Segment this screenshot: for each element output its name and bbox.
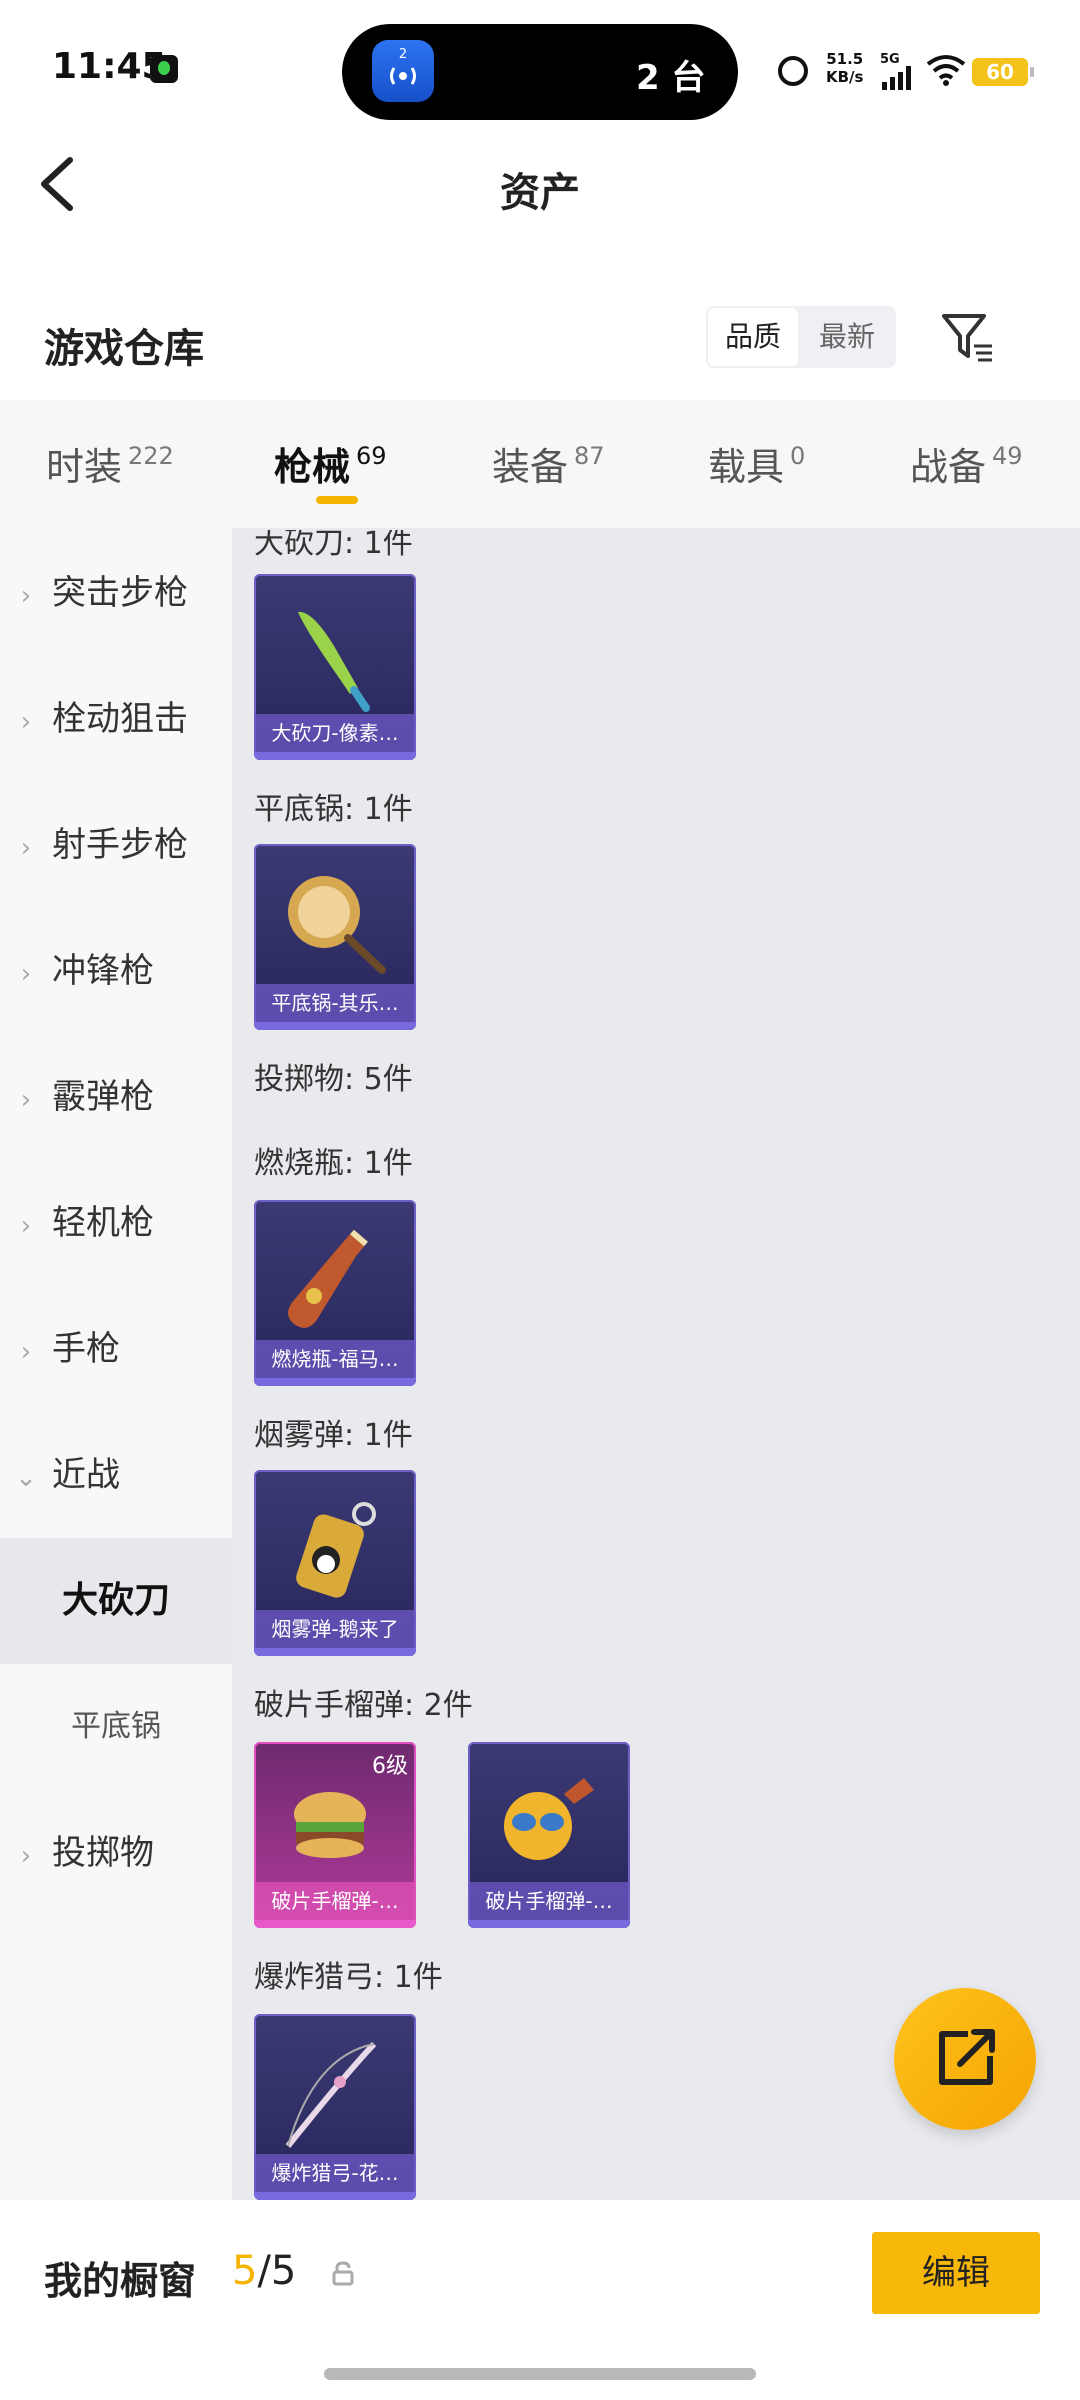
chevron-right-icon: › [20,581,32,611]
molotov-icon [288,1229,368,1328]
group-header-molotov: 燃烧瓶: 1件 [254,1146,413,1181]
chevron-right-icon: › [20,1085,32,1115]
chevron-right-icon: › [20,1337,32,1367]
sidebar-item-throwables[interactable]: › 投掷物 [0,1790,232,1916]
chevron-right-icon: › [20,707,32,737]
alarm-icon [778,56,808,86]
item-card[interactable]: 平底锅-其乐… [254,844,416,1030]
tab-equipment[interactable]: 装备 87 [492,436,605,491]
sidebar-subitem-pan[interactable]: 平底锅 [0,1664,232,1790]
tab-firearms[interactable]: 枪械 69 [274,436,387,491]
chevron-right-icon: › [20,959,32,989]
sort-latest-button[interactable]: 最新 [800,306,894,368]
sidebar-item-shotgun[interactable]: › 霰弹枪 [0,1034,232,1160]
sidebar-item-bolt-sniper[interactable]: › 栓动狙击 [0,656,232,782]
smoke-grenade-icon [296,1502,376,1598]
pan-icon [288,876,386,974]
network-type: 5G [880,52,900,67]
item-card[interactable]: 爆炸猎弓-花… [254,2014,416,2200]
sidebar-item-assault-rifle[interactable]: › 突击步枪 [0,530,232,656]
island-device-count: 2 台 [636,58,706,98]
chevron-down-icon: ⌄ [15,1463,37,1493]
share-icon [939,2029,995,2085]
wifi-icon [926,54,966,86]
burger-grenade-icon [294,1792,366,1858]
showcase-count: 5/5 [232,2248,297,2294]
sidebar-subitem-machete[interactable]: 大砍刀 [0,1538,232,1664]
group-header-throwables: 投掷物: 5件 [254,1062,413,1097]
filter-icon[interactable] [940,310,996,366]
sidebar-item-smg[interactable]: › 冲锋枪 [0,908,232,1034]
tab-fashion[interactable]: 时装 222 [46,436,174,491]
machete-icon [298,611,370,712]
page-title: 资产 [500,170,580,216]
active-tab-indicator [316,496,358,504]
bow-icon [285,2041,377,2148]
chevron-right-icon: › [20,1211,32,1241]
share-button[interactable] [894,1988,1036,2130]
chevron-right-icon: › [20,833,32,863]
sidebar-item-pistol[interactable]: › 手枪 [0,1286,232,1412]
edit-button[interactable]: 编辑 [872,2232,1040,2314]
app-notification-icon [150,55,178,83]
item-card[interactable]: 燃烧瓶-福马… [254,1200,416,1386]
tab-combat-supplies[interactable]: 战备 49 [910,436,1023,491]
warehouse-title: 游戏仓库 [44,326,204,372]
lock-icon [332,2260,354,2286]
battery-icon: 60 [972,58,1034,86]
sidebar-item-marksman-rifle[interactable]: › 射手步枪 [0,782,232,908]
chevron-right-icon: › [20,1841,32,1871]
sidebar-item-lmg[interactable]: › 轻机枪 [0,1160,232,1286]
item-card[interactable]: 6级 破片手榴弹-… [254,1742,416,1928]
sidebar-item-melee[interactable]: ⌄ 近战 [0,1412,232,1538]
net-speed: 51.5 KB/s [826,50,864,86]
item-card[interactable]: 破片手榴弹-… [468,1742,630,1928]
sort-quality-button[interactable]: 品质 [708,308,798,366]
group-header-pan: 平底锅: 1件 [254,792,413,827]
home-indicator[interactable] [324,2368,756,2380]
item-card[interactable]: 烟雾弹-鹅来了 [254,1470,416,1656]
tab-vehicles[interactable]: 载具 0 [708,436,805,491]
broadcast-icon: 2 [372,40,434,102]
showcase-label: 我的橱窗 [44,2259,197,2303]
item-card[interactable]: 大砍刀-像素… [254,574,416,760]
signal-icon [882,66,914,90]
group-header-frag-grenade: 破片手榴弹: 2件 [254,1688,473,1723]
sunglasses-grenade-icon [504,1778,594,1860]
group-header-explosive-bow: 爆炸猎弓: 1件 [254,1960,443,1995]
group-header-smoke: 烟雾弹: 1件 [254,1418,413,1453]
svg-text:2: 2 [399,47,407,62]
